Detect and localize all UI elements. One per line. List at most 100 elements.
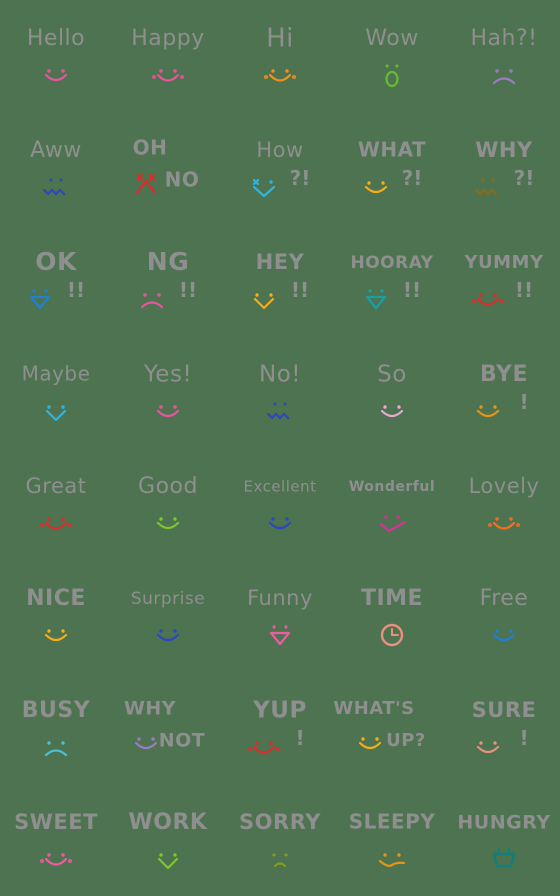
sticker-cell-busy[interactable]: BUSY xyxy=(0,672,112,784)
sticker[interactable]: So xyxy=(344,349,440,435)
sticker[interactable]: HOORAY!! xyxy=(344,237,440,323)
sticker[interactable]: SWEET xyxy=(8,797,104,883)
sticker[interactable]: WHY?! xyxy=(456,125,552,211)
sticker[interactable]: Wow xyxy=(344,13,440,99)
sticker[interactable]: NICE xyxy=(8,573,104,659)
sticker-cell-what-s-up[interactable]: WHAT'S UP? xyxy=(333,672,448,784)
sticker[interactable]: Maybe xyxy=(8,349,104,435)
sticker-cell-why[interactable]: WHY?! xyxy=(448,112,560,224)
sticker[interactable]: No! xyxy=(232,349,328,435)
sticker-cell-surprise[interactable]: Surprise xyxy=(112,560,224,672)
sticker[interactable]: YUP! xyxy=(232,685,328,771)
face-mouth xyxy=(42,188,66,196)
sticker[interactable]: Wonderful xyxy=(344,461,440,547)
sticker[interactable]: OH NO xyxy=(120,125,216,211)
sticker-cell-sweet[interactable]: SWEET xyxy=(0,784,112,896)
face-mouth xyxy=(44,521,68,530)
sticker-cell-how[interactable]: How?! xyxy=(224,112,336,224)
sticker[interactable]: HUNGRY xyxy=(456,797,552,883)
sticker-word: Wonderful xyxy=(349,479,435,495)
sticker[interactable]: Surprise xyxy=(120,573,216,659)
sticker-cell-bye[interactable]: BYE! xyxy=(448,336,560,448)
sticker-cell-wow[interactable]: Wow xyxy=(336,0,448,112)
sticker-cell-free[interactable]: Free xyxy=(448,560,560,672)
sticker-cell-sorry[interactable]: SORRY xyxy=(224,784,336,896)
sticker[interactable]: YUMMY!! xyxy=(456,237,552,323)
face-eye-right xyxy=(269,293,273,297)
sticker[interactable]: Great xyxy=(8,461,104,547)
sticker[interactable]: TIME xyxy=(344,573,440,659)
sticker-cell-lovely[interactable]: Lovely xyxy=(448,448,560,560)
sticker-cell-great[interactable]: Great xyxy=(0,448,112,560)
face-blush-left xyxy=(471,299,477,303)
face-eye-left xyxy=(272,853,276,857)
sticker-word: Funny xyxy=(247,586,313,610)
sticker[interactable]: Aww xyxy=(8,125,104,211)
sticker[interactable]: WORK xyxy=(120,797,216,883)
sticker-cell-time[interactable]: TIME xyxy=(336,560,448,672)
sticker-cell-good[interactable]: Good xyxy=(112,448,224,560)
sticker[interactable]: HEY!! xyxy=(232,237,328,323)
sticker[interactable]: Yes! xyxy=(120,349,216,435)
sticker-cell-wonderful[interactable]: Wonderful xyxy=(336,448,448,560)
sticker-cell-maybe[interactable]: Maybe xyxy=(0,336,112,448)
face-blush-right xyxy=(67,523,73,527)
sticker[interactable]: Excellent xyxy=(232,461,328,547)
sticker-cell-funny[interactable]: Funny xyxy=(224,560,336,672)
sticker-cell-work[interactable]: WORK xyxy=(112,784,224,896)
sticker-word: WORK xyxy=(129,810,208,835)
sticker[interactable]: BYE! xyxy=(456,349,552,435)
sticker-cell-why-not[interactable]: WHY NOT xyxy=(112,672,224,784)
sticker-cell-sure[interactable]: SURE! xyxy=(448,672,560,784)
sticker-cell-hungry[interactable]: HUNGRY xyxy=(448,784,560,896)
sticker[interactable]: Lovely xyxy=(456,461,552,547)
sticker-cell-sleepy[interactable]: SLEEPY xyxy=(336,784,448,896)
sticker-word: BYE xyxy=(480,362,528,387)
sticker-cell-ok[interactable]: OK!! xyxy=(0,224,112,336)
sticker-cell-what[interactable]: WHAT?! xyxy=(336,112,448,224)
sticker[interactable]: WHAT'S UP? xyxy=(333,685,440,771)
sticker[interactable]: SORRY xyxy=(232,797,328,883)
sticker[interactable]: SLEEPY xyxy=(344,797,440,883)
sticker-word: Happy xyxy=(131,26,204,51)
sticker-cell-yup[interactable]: YUP! xyxy=(224,672,336,784)
sticker-cell-hooray[interactable]: HOORAY!! xyxy=(336,224,448,336)
sticker-cell-nice[interactable]: NICE xyxy=(0,560,112,672)
sticker-cell-aww[interactable]: Aww xyxy=(0,112,112,224)
face-eye-left xyxy=(271,517,275,521)
sticker[interactable]: WHY NOT xyxy=(120,685,216,771)
face-eye-left xyxy=(159,69,163,73)
sticker-cell-hey[interactable]: HEY!! xyxy=(224,224,336,336)
face-eye-right xyxy=(381,181,385,185)
sticker[interactable]: Hi xyxy=(232,13,328,99)
sticker-cell-yes[interactable]: Yes! xyxy=(112,336,224,448)
sticker-cell-hello[interactable]: Hello xyxy=(0,0,112,112)
sticker-cell-hi[interactable]: Hi xyxy=(224,0,336,112)
sticker[interactable]: Funny xyxy=(232,573,328,659)
sticker[interactable]: NG!! xyxy=(120,237,216,323)
sticker-word: BUSY xyxy=(22,698,91,723)
sticker-cell-ng[interactable]: NG!! xyxy=(112,224,224,336)
sticker-cell-hah[interactable]: Hah?! xyxy=(448,0,560,112)
sticker[interactable]: Happy xyxy=(120,13,216,99)
sticker[interactable]: How?! xyxy=(232,125,328,211)
sticker[interactable]: Hah?! xyxy=(456,13,552,99)
sticker-cell-happy[interactable]: Happy xyxy=(112,0,224,112)
sticker-cell-no[interactable]: No! xyxy=(224,336,336,448)
sticker[interactable]: OK!! xyxy=(8,237,104,323)
sticker[interactable]: SURE! xyxy=(456,685,552,771)
sticker[interactable]: BUSY xyxy=(8,685,104,771)
sticker-cell-so[interactable]: So xyxy=(336,336,448,448)
sticker[interactable]: Hello xyxy=(8,13,104,99)
sticker-punctuation: !! xyxy=(67,278,85,302)
sticker-cell-oh-no[interactable]: OH NO xyxy=(112,112,224,224)
sticker-word: Excellent xyxy=(243,478,316,496)
face-eye-right xyxy=(493,741,497,745)
face-eye-right xyxy=(395,64,399,68)
sticker[interactable]: Good xyxy=(120,461,216,547)
sticker[interactable]: Free xyxy=(456,573,552,659)
sticker-punctuation: ! xyxy=(295,726,304,750)
sticker-cell-excellent[interactable]: Excellent xyxy=(224,448,336,560)
sticker[interactable]: WHAT?! xyxy=(344,125,440,211)
sticker-cell-yummy[interactable]: YUMMY!! xyxy=(448,224,560,336)
